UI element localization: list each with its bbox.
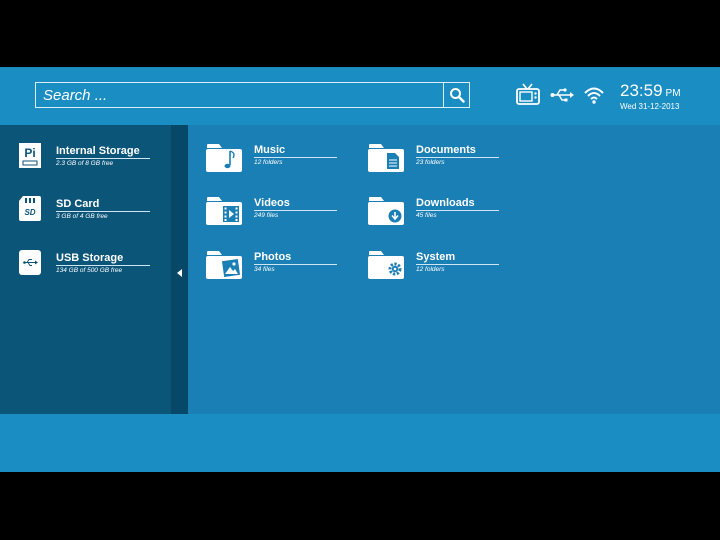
storage-sidebar: Pi Internal Storage 2.3 GB of 8 GB free … [0,125,171,414]
wifi-status[interactable] [583,83,605,107]
downloads-folder-icon [368,197,404,225]
raspberry-pi-icon: Pi [19,143,41,168]
icon-text-pi: Pi [24,146,35,160]
folder-text: Music 12 folders [254,144,337,167]
search-icon [449,88,465,103]
folder-count: 34 files [254,266,275,273]
clock-ampm: PM [665,88,681,99]
clock-date: Wed 31-12-2013 [620,102,680,111]
photos-folder-icon [206,251,242,279]
sidebar-text: Internal Storage 2.3 GB of 8 GB free [56,145,150,168]
folder-count: 12 folders [254,159,283,166]
folder-text: Videos 249 files [254,197,337,220]
sidebar-item-capacity: 2.3 GB of 8 GB free [56,160,114,167]
folder-text: System 12 folders [416,251,499,274]
sidebar-item-sd-card[interactable]: SD SD Card 3 GB of 4 GB free [0,196,171,236]
folder-text: Photos 34 files [254,251,337,274]
search-input[interactable] [36,83,443,107]
videos-folder-icon [206,197,242,225]
music-folder-icon [206,144,242,172]
sd-card-icon: SD [19,196,41,221]
usb-status[interactable] [550,83,574,107]
sidebar-text: SD Card 3 GB of 4 GB free [56,198,150,221]
folder-text: Downloads 45 files [416,197,499,220]
clock: 23:59 PM Wed 31-12-2013 [620,82,681,112]
collapse-arrow-icon [176,268,182,277]
folder-label: Downloads [416,197,499,211]
file-manager-screen: 23:59PM Wed 31-12-2013 Pi Internal Stora… [0,67,720,472]
system-folder-icon [368,251,404,279]
sidebar-item-label: USB Storage [56,252,150,266]
sidebar-text: USB Storage 134 GB of 500 GB free [56,252,150,275]
sidebar-item-capacity: 3 GB of 4 GB free [56,213,108,220]
usb-drive-icon [19,250,41,275]
folder-count: 45 files [416,212,437,219]
sidebar-item-internal-storage[interactable]: Pi Internal Storage 2.3 GB of 8 GB free [0,143,171,183]
sidebar-item-label: SD Card [56,198,150,212]
folder-count: 249 files [254,212,279,219]
icon-text-sd: SD [24,208,35,217]
wifi-icon [584,87,604,104]
folder-count: 12 folders [416,266,445,273]
folder-label: Photos [254,251,337,265]
top-bar: 23:59PM Wed 31-12-2013 [0,67,720,125]
folder-label: Videos [254,197,337,211]
sidebar-item-capacity: 134 GB of 500 GB free [56,267,123,274]
search-box [35,82,470,108]
clock-time: 23:59 [620,81,663,100]
tv-icon [516,83,540,105]
folder-label: Music [254,144,337,158]
search-button[interactable] [443,83,469,107]
sidebar-collapse-toggle[interactable] [171,125,188,414]
sidebar-item-label: Internal Storage [56,145,150,159]
folder-text: Documents 23 folders [416,144,499,167]
folder-label: Documents [416,144,499,158]
sidebar-item-usb-storage[interactable]: USB Storage 134 GB of 500 GB free [0,250,171,290]
tv-status[interactable] [515,83,541,107]
folder-count: 23 folders [416,159,445,166]
folder-label: System [416,251,499,265]
documents-folder-icon [368,144,404,172]
bottom-bar [0,414,720,472]
usb-icon [550,88,574,102]
